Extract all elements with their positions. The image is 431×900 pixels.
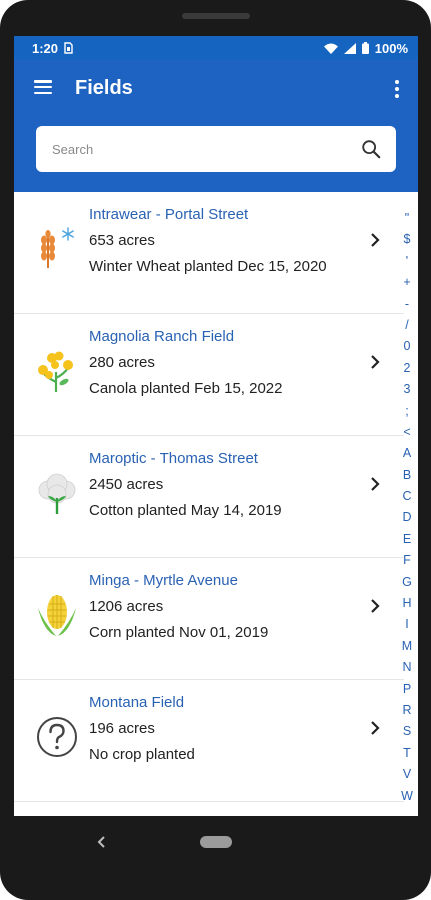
field-row[interactable]: Intrawear - Portal Street 653 acres Wint…	[14, 192, 404, 314]
field-acres: 1206 acres	[89, 598, 164, 615]
home-pill[interactable]	[200, 836, 232, 848]
index-letter[interactable]: +	[403, 272, 410, 293]
field-acres: 196 acres	[89, 720, 155, 737]
index-letter[interactable]: "	[405, 208, 409, 229]
speaker-grille	[182, 13, 250, 19]
search-input[interactable]	[50, 140, 360, 158]
field-row[interactable]: Magnolia Ranch Field 280 acres Canola pl…	[14, 314, 404, 436]
index-letter[interactable]: ;	[405, 401, 408, 422]
index-letter[interactable]: 2	[404, 358, 411, 379]
index-letter[interactable]: A	[403, 443, 411, 464]
more-vertical-icon[interactable]	[394, 80, 400, 98]
index-letter[interactable]: H	[402, 593, 411, 614]
index-letter[interactable]: $	[404, 229, 411, 250]
field-name: Minga - Myrtle Avenue	[89, 572, 238, 589]
index-letter[interactable]: I	[405, 614, 408, 635]
chevron-right-icon	[371, 477, 380, 491]
index-letter[interactable]: -	[405, 294, 409, 315]
chevron-right-icon	[371, 233, 380, 247]
phone-frame: 1:20 100% Fields Search Intrawear - Port…	[0, 0, 431, 900]
system-nav-bar	[0, 816, 431, 900]
index-letter[interactable]: '	[406, 251, 408, 272]
chevron-right-icon	[371, 355, 380, 369]
status-time: 1:20	[32, 40, 59, 56]
index-letter[interactable]: R	[402, 700, 411, 721]
index-letter[interactable]: C	[402, 486, 411, 507]
field-name: Maroptic - Thomas Street	[89, 450, 258, 467]
index-letter[interactable]: 0	[404, 336, 411, 357]
index-letter[interactable]: N	[402, 657, 411, 678]
field-row[interactable]: Maroptic - Thomas Street 2450 acres Cott…	[14, 436, 404, 558]
field-crop-planted: No crop planted	[89, 746, 195, 763]
field-crop-planted: Cotton planted May 14, 2019	[89, 502, 282, 519]
unknown-crop-icon	[37, 717, 77, 757]
index-letter[interactable]: M	[402, 636, 412, 657]
search-icon[interactable]	[360, 138, 382, 160]
page-title: Fields	[75, 77, 133, 99]
battery-icon	[361, 42, 369, 54]
screen: 1:20 100% Fields Search Intrawear - Port…	[14, 36, 418, 816]
index-letter[interactable]: D	[402, 507, 411, 528]
index-letter[interactable]: S	[403, 721, 411, 742]
search-box	[36, 126, 396, 172]
index-letter[interactable]: /	[405, 315, 408, 336]
field-acres: 280 acres	[89, 354, 155, 371]
corn-icon	[38, 595, 76, 636]
cell-signal-icon	[343, 42, 356, 54]
index-letter[interactable]: P	[403, 679, 411, 700]
field-row[interactable]: Minga - Myrtle Avenue 1206 acres Corn pl…	[14, 558, 404, 680]
field-acres: 2450 acres	[89, 476, 164, 493]
chevron-right-icon	[371, 721, 380, 735]
index-letter[interactable]: B	[403, 465, 411, 486]
index-letter[interactable]: G	[402, 572, 412, 593]
field-name: Montana Field	[89, 694, 185, 711]
cotton-icon	[38, 473, 76, 514]
chevron-right-icon	[371, 599, 380, 613]
field-crop-planted: Canola planted Feb 15, 2022	[89, 380, 283, 397]
winter-wheat-icon	[41, 227, 74, 268]
field-crop-planted: Corn planted Nov 01, 2019	[89, 624, 269, 641]
back-icon[interactable]	[96, 834, 108, 850]
alphabet-index[interactable]: " $ ' + - / 0 2 3 ; < A B C D E F G H I …	[398, 208, 416, 807]
battery-percent: 100%	[374, 40, 408, 56]
index-letter[interactable]: V	[403, 764, 411, 785]
index-letter[interactable]: F	[403, 550, 411, 571]
field-row[interactable]: Montana Field 196 acres No crop planted	[14, 680, 404, 802]
index-letter[interactable]: 3	[404, 379, 411, 400]
sim-card-icon	[64, 42, 73, 54]
index-letter[interactable]: E	[403, 529, 411, 550]
field-acres: 653 acres	[89, 232, 155, 249]
field-crop-planted: Winter Wheat planted Dec 15, 2020	[89, 258, 327, 275]
field-list: Intrawear - Portal Street 653 acres Wint…	[14, 192, 404, 802]
index-letter[interactable]: W	[401, 786, 413, 807]
field-name: Magnolia Ranch Field	[89, 328, 235, 345]
index-letter[interactable]: T	[403, 743, 411, 764]
app-bar: Fields	[14, 60, 418, 192]
status-bar: 1:20 100%	[14, 36, 418, 60]
hamburger-menu-icon[interactable]	[34, 80, 52, 94]
index-letter[interactable]: <	[403, 422, 410, 443]
wifi-icon	[323, 43, 338, 54]
canola-icon	[38, 351, 73, 392]
field-name: Intrawear - Portal Street	[89, 206, 249, 223]
